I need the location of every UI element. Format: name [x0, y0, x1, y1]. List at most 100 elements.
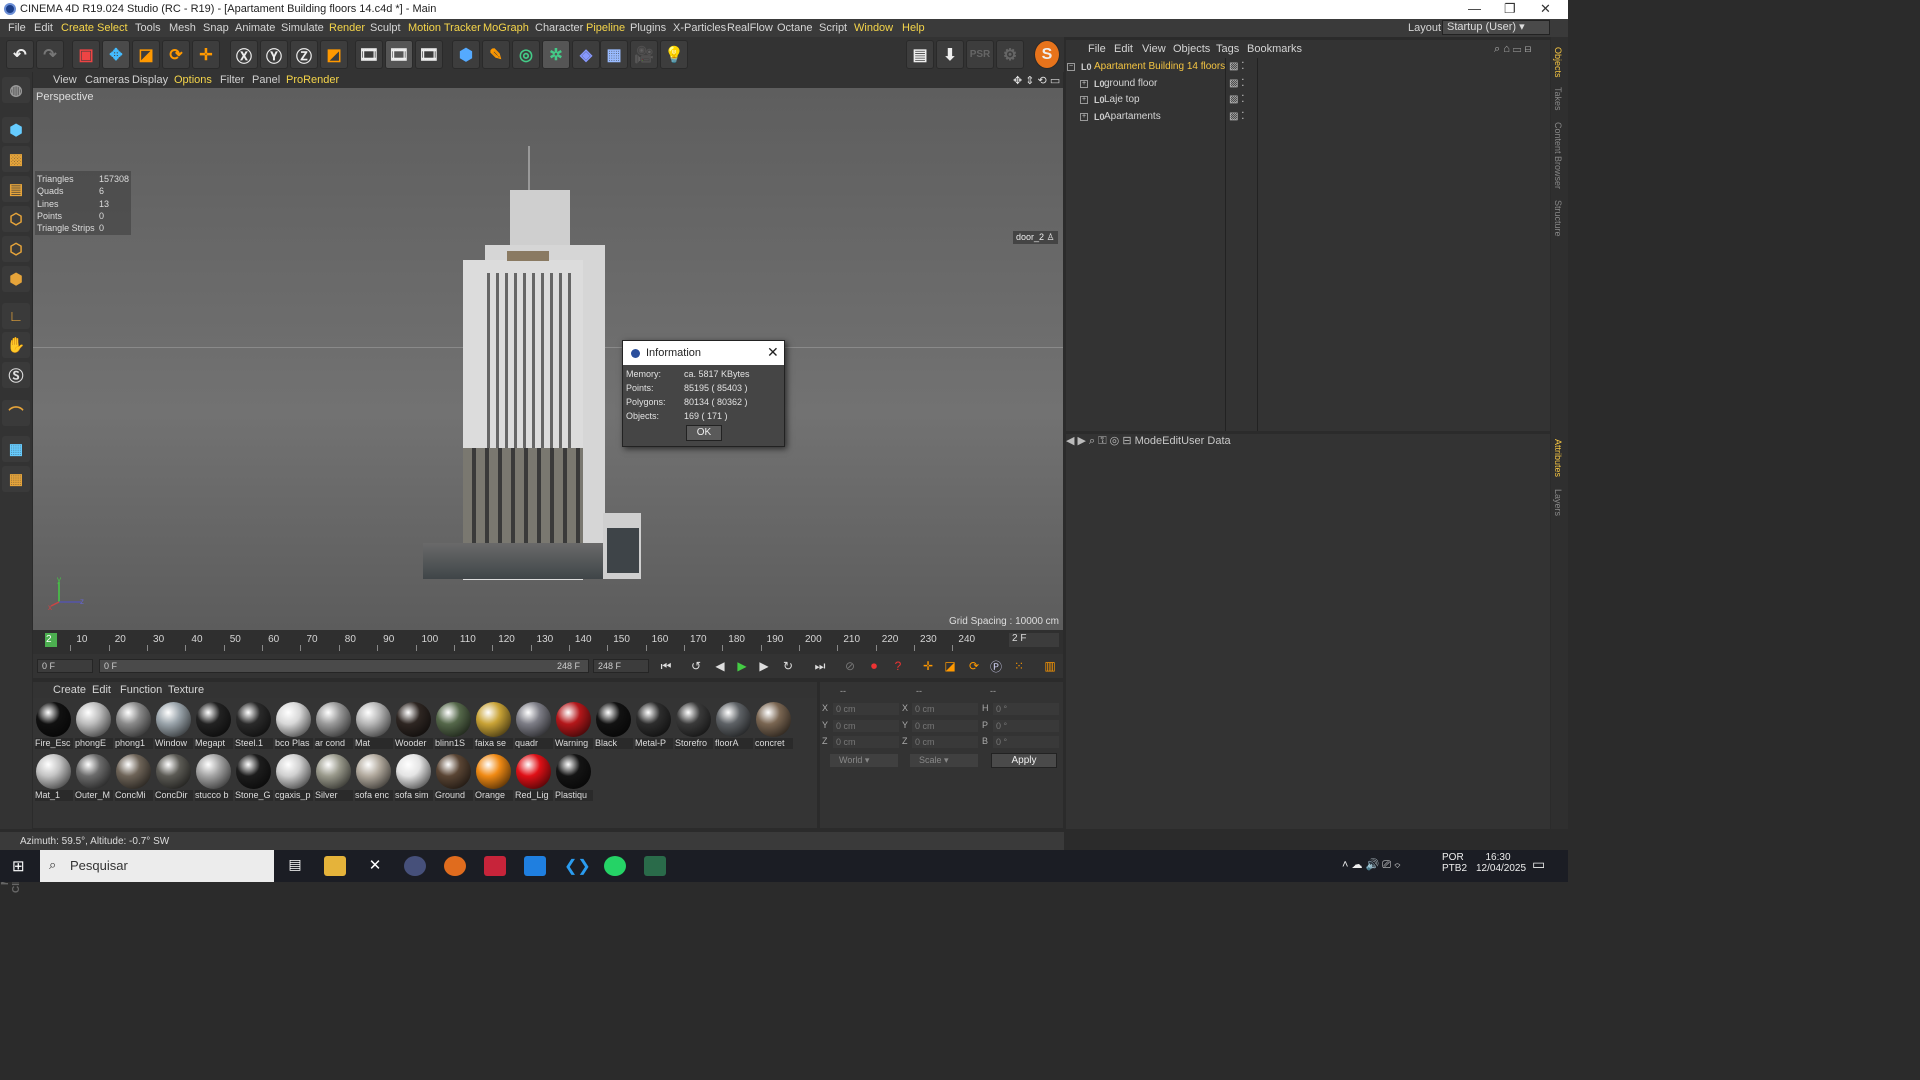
points-mode-icon[interactable]: ⬡	[2, 206, 30, 232]
object-row[interactable]: + L0 Laje top	[1076, 93, 1236, 108]
object-menu-tags[interactable]: Tags	[1216, 43, 1239, 55]
menu-plugins[interactable]: Plugins	[630, 22, 666, 34]
menu-script[interactable]: Script	[819, 22, 847, 34]
material-swatch[interactable]: Stone_G	[235, 752, 273, 802]
key-parameter-icon[interactable]: Ⓟ	[985, 656, 1007, 676]
current-frame-field[interactable]: 2 F	[1009, 633, 1059, 647]
render-settings-icon[interactable]: 🎞	[415, 40, 443, 69]
notifications-icon[interactable]: ▭	[1532, 856, 1545, 873]
menu-select[interactable]: Select	[97, 22, 128, 34]
viewport-menu-prorender[interactable]: ProRender	[286, 74, 339, 86]
download-icon[interactable]: ⬇	[936, 40, 964, 69]
polygons-mode-icon[interactable]: ⬢	[2, 266, 30, 292]
make-editable-icon[interactable]: ◍	[2, 77, 30, 103]
object-row[interactable]: + L0 ground floor	[1076, 77, 1236, 92]
menu-snap[interactable]: Snap	[203, 22, 229, 34]
object-menu-view[interactable]: View	[1142, 43, 1166, 55]
attribute-nav-icons[interactable]: ◀ ▶ ⌕ ⚿ ◎ ⊟	[1066, 435, 1132, 447]
x-axis-icon[interactable]: Ⓧ	[230, 40, 258, 69]
app-b-icon[interactable]	[524, 856, 546, 876]
menu-render[interactable]: Render	[329, 22, 365, 34]
material-swatch[interactable]: Wooder	[395, 700, 433, 750]
light-icon[interactable]: 💡	[660, 40, 688, 69]
z-axis-icon[interactable]: Ⓩ	[290, 40, 318, 69]
object-menu-file[interactable]: File	[1088, 43, 1106, 55]
texture-mode-icon[interactable]: ▩	[2, 146, 30, 172]
viewport-menu-display[interactable]: Display	[132, 74, 168, 86]
key-rotation-icon[interactable]: ⟳	[963, 656, 985, 676]
psr-icon[interactable]: PSR	[966, 40, 994, 69]
viewport-menu-panel[interactable]: Panel	[252, 74, 280, 86]
autokey-icon[interactable]: ⏺	[863, 656, 885, 676]
visibility-toggle-icon[interactable]: ▨ ⁚	[1229, 78, 1244, 89]
expand-toggle-icon[interactable]: −	[1067, 63, 1075, 71]
next-frame-icon[interactable]: ▶	[753, 656, 775, 676]
previous-frame-icon[interactable]: ◀	[709, 656, 731, 676]
menu-tools[interactable]: Tools	[135, 22, 161, 34]
transform-icon[interactable]: ✛	[192, 40, 220, 69]
restore-icon[interactable]: ❐	[1504, 1, 1516, 17]
material-swatch[interactable]: concret	[755, 700, 793, 750]
input-language[interactable]: POR PTB2	[1442, 852, 1467, 874]
material-swatch[interactable]: Fire_Esc	[35, 700, 73, 750]
menu-simulate[interactable]: Simulate	[281, 22, 324, 34]
floor-icon[interactable]: ▦	[600, 40, 628, 69]
material-swatch[interactable]: Red_Lig	[515, 752, 553, 802]
model-mode-icon[interactable]: ⬢	[2, 117, 30, 143]
play-icon[interactable]: ▶	[731, 656, 753, 676]
side-tab-objects[interactable]: Objects	[1553, 47, 1563, 78]
coord-value-field[interactable]: 0 °	[993, 703, 1059, 715]
menu-character[interactable]: Character	[535, 22, 583, 34]
menu-window[interactable]: Window	[854, 22, 893, 34]
s-plugin-icon[interactable]: S	[1034, 40, 1060, 69]
side-tab-layers[interactable]: Layers	[1553, 489, 1563, 516]
viewport-nav-icon[interactable]: ✥ ⇕ ⟲ ▭	[1013, 74, 1060, 87]
material-swatch[interactable]: ConcDir	[155, 752, 193, 802]
coordinate-mode-select[interactable]: Scale ▾	[910, 754, 978, 767]
magnet-icon[interactable]: ⌒	[2, 400, 30, 426]
windows-start-icon[interactable]: ⊞	[12, 857, 25, 875]
menu-edit[interactable]: Edit	[34, 22, 53, 34]
next-key-icon[interactable]: ↻	[777, 656, 799, 676]
expand-toggle-icon[interactable]: +	[1080, 112, 1088, 121]
viewport-menu-view[interactable]: View	[53, 74, 77, 86]
scale-icon[interactable]: ◪	[132, 40, 160, 69]
material-swatch[interactable]: Megapt	[195, 700, 233, 750]
render-picture-viewer-icon[interactable]: 🎞	[385, 40, 413, 69]
whatsapp-icon[interactable]	[604, 856, 626, 876]
material-swatch[interactable]: Ground	[435, 752, 473, 802]
material-menu-create[interactable]: Create	[53, 684, 86, 696]
coord-value-field[interactable]: 0 °	[993, 736, 1059, 748]
coord-value-field[interactable]: 0 °	[993, 719, 1059, 732]
material-swatch[interactable]: Silver	[315, 752, 353, 802]
go-to-start-icon[interactable]: ⏮	[655, 656, 677, 676]
object-row[interactable]: + L0 Apartaments	[1076, 110, 1236, 125]
attribute-menu-user-data[interactable]: User Data	[1181, 435, 1231, 447]
menu-file[interactable]: File	[8, 22, 26, 34]
pen-spline-icon[interactable]: ✎	[482, 40, 510, 69]
x-app-icon[interactable]: ✕	[364, 856, 386, 876]
attribute-menu-mode[interactable]: Mode	[1135, 435, 1163, 447]
material-swatch[interactable]: blinn1S	[435, 700, 473, 750]
keyframe-selection-icon[interactable]: ?	[887, 656, 909, 676]
material-menu-edit[interactable]: Edit	[92, 684, 111, 696]
tray-icons[interactable]: ˄ ☁ 🔊 ⎚ ⌔	[1342, 858, 1401, 872]
side-tab-takes[interactable]: Takes	[1553, 87, 1563, 111]
live-selection-icon[interactable]: ▣	[72, 40, 100, 69]
material-swatch[interactable]: cgaxis_p	[275, 752, 313, 802]
expand-toggle-icon[interactable]: +	[1080, 96, 1088, 104]
material-swatch[interactable]: ConcMi	[115, 752, 153, 802]
file-explorer-icon[interactable]	[324, 856, 346, 876]
side-tab-structure[interactable]: Structure	[1553, 200, 1563, 237]
previous-key-icon[interactable]: ↺	[685, 656, 707, 676]
material-swatch[interactable]: floorA	[715, 700, 753, 750]
menu-x-particles[interactable]: X-Particles	[673, 22, 726, 34]
coordinate-space-select[interactable]: World ▾	[830, 754, 898, 767]
coord-value-field[interactable]: 0 cm	[833, 736, 899, 748]
expand-toggle-icon[interactable]: +	[1080, 79, 1088, 88]
task-view-icon[interactable]: ▤	[284, 856, 306, 876]
viewport-menu-filter[interactable]: Filter	[220, 74, 244, 86]
material-swatch[interactable]: phongE	[75, 700, 113, 750]
coord-value-field[interactable]: 0 cm	[912, 736, 978, 748]
material-swatch[interactable]: faixa se	[475, 700, 513, 750]
